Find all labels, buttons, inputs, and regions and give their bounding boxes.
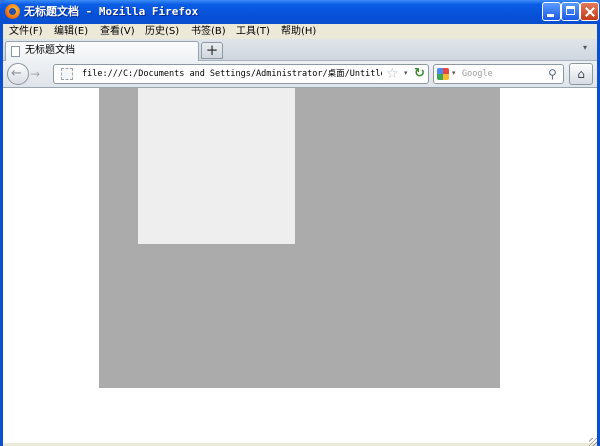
close-button[interactable] — [580, 2, 599, 21]
browser-client-area: 文件(F) 编辑(E) 查看(V) 历史(S) 书签(B) 工具(T) 帮助(H… — [3, 24, 597, 446]
window-title: 无标题文档 - Mozilla Firefox — [24, 5, 199, 18]
menu-edit[interactable]: 编辑(E) — [54, 24, 88, 39]
search-icon[interactable]: ⚲ — [548, 66, 557, 82]
bookmark-star-icon[interactable]: ☆ — [386, 65, 399, 83]
url-bar[interactable]: file:///C:/Documents and Settings/Admini… — [53, 64, 429, 84]
list-all-tabs-icon[interactable]: ▾ — [583, 43, 587, 52]
page-content — [3, 88, 597, 443]
maximize-button[interactable] — [561, 2, 580, 21]
home-button[interactable]: ⌂ — [569, 63, 593, 85]
search-engine-dropdown-icon[interactable]: ▾ — [452, 69, 456, 77]
menu-history[interactable]: 历史(S) — [145, 24, 179, 39]
url-history-dropdown-icon[interactable]: ▾ — [404, 69, 408, 77]
forward-button[interactable]: → — [30, 67, 40, 81]
site-identity-icon[interactable] — [61, 68, 73, 80]
firefox-logo-icon — [5, 4, 20, 19]
menu-help[interactable]: 帮助(H) — [281, 24, 316, 39]
menu-bookmarks[interactable]: 书签(B) — [191, 24, 226, 39]
back-button[interactable] — [7, 63, 29, 85]
resize-grip-icon[interactable] — [589, 438, 597, 446]
search-input[interactable]: Google — [462, 67, 493, 81]
tab-untitled-document[interactable]: 无标题文档 — [5, 41, 199, 61]
title-bar[interactable]: 无标题文档 - Mozilla Firefox — [0, 0, 600, 24]
page-icon — [11, 46, 20, 57]
inner-light-box — [138, 88, 295, 244]
outer-gray-box — [99, 88, 500, 388]
menu-tools[interactable]: 工具(T) — [236, 24, 270, 39]
search-bar[interactable]: ▾ Google ⚲ — [433, 64, 564, 84]
menu-view[interactable]: 查看(V) — [100, 24, 135, 39]
tab-strip: 无标题文档 + ▾ — [3, 39, 597, 61]
url-input[interactable]: file:///C:/Documents and Settings/Admini… — [82, 67, 382, 81]
reload-icon[interactable]: ↻ — [414, 66, 425, 82]
google-icon[interactable] — [437, 68, 449, 80]
minimize-button[interactable] — [542, 2, 561, 21]
new-tab-button[interactable]: + — [201, 42, 223, 59]
browser-window: 无标题文档 - Mozilla Firefox 文件(F) 编辑(E) 查看(V… — [0, 0, 600, 446]
navigation-toolbar: → file:///C:/Documents and Settings/Admi… — [3, 61, 597, 88]
menu-file[interactable]: 文件(F) — [9, 24, 43, 39]
menu-bar: 文件(F) 编辑(E) 查看(V) 历史(S) 书签(B) 工具(T) 帮助(H… — [3, 24, 597, 39]
tab-label: 无标题文档 — [25, 45, 75, 56]
